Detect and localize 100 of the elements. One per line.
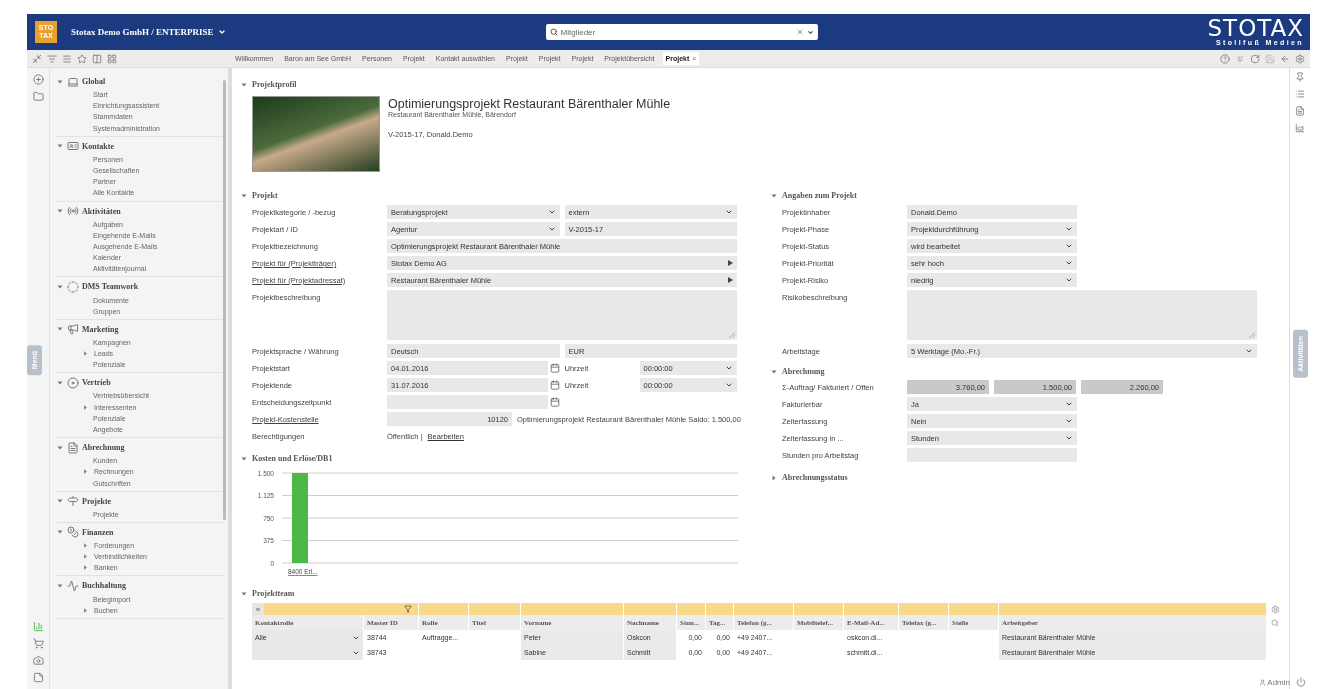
filter-field[interactable] bbox=[844, 603, 899, 615]
signpost-icon bbox=[67, 495, 79, 508]
sidebar-group[interactable]: Abrechnung bbox=[82, 443, 125, 453]
document-icon[interactable] bbox=[1295, 106, 1305, 116]
expand-caret-icon[interactable] bbox=[82, 468, 89, 476]
filter-field[interactable] bbox=[419, 603, 469, 615]
expand-caret-icon[interactable] bbox=[82, 606, 89, 614]
section-title: Projektteam bbox=[252, 589, 295, 598]
filter-icon[interactable] bbox=[47, 53, 57, 64]
filter-field[interactable] bbox=[677, 603, 706, 615]
star-icon[interactable] bbox=[77, 53, 87, 64]
filter-icon[interactable] bbox=[404, 605, 412, 613]
dropdown-icon bbox=[1065, 242, 1073, 250]
list-icon[interactable] bbox=[1295, 89, 1305, 99]
columns-icon[interactable] bbox=[92, 53, 102, 64]
sidebar-group[interactable]: Finanzen bbox=[82, 527, 114, 537]
resize-grip-icon bbox=[1249, 332, 1255, 338]
filter-field[interactable] bbox=[899, 603, 949, 615]
add-icon[interactable] bbox=[32, 74, 44, 85]
radio-icon bbox=[67, 205, 79, 217]
dropdown-icon bbox=[725, 208, 733, 216]
help-icon[interactable] bbox=[1220, 53, 1230, 64]
id-card-icon bbox=[67, 140, 79, 153]
cart-icon[interactable] bbox=[32, 638, 44, 649]
user-icon bbox=[1259, 678, 1267, 686]
sidebar-group[interactable]: Aktivitäten bbox=[82, 206, 121, 216]
calendar-icon[interactable] bbox=[549, 363, 560, 373]
search-field[interactable]: Mitglieder bbox=[545, 24, 818, 40]
filter-field[interactable] bbox=[999, 603, 1267, 615]
filter-field[interactable] bbox=[734, 603, 794, 615]
refresh-icon[interactable] bbox=[1250, 53, 1260, 64]
section-title: Angaben zum Projekt bbox=[782, 191, 857, 200]
area-chart-icon[interactable] bbox=[1295, 123, 1305, 133]
section-title: Projektprofil bbox=[252, 80, 297, 89]
search-input[interactable]: Mitglieder bbox=[560, 27, 793, 37]
settings-icon[interactable] bbox=[1295, 53, 1305, 64]
section-title: Abrechnung bbox=[782, 367, 825, 376]
megaphone-icon bbox=[67, 323, 79, 336]
bar-chart-icon[interactable] bbox=[32, 621, 44, 632]
search-icon[interactable] bbox=[1271, 618, 1279, 627]
filter-field[interactable] bbox=[469, 603, 521, 615]
sidebar-group[interactable]: Buchhaltung bbox=[82, 581, 127, 591]
power-icon[interactable] bbox=[1296, 677, 1306, 687]
back-arrow-icon[interactable] bbox=[1280, 53, 1290, 64]
grid-icon[interactable] bbox=[107, 53, 117, 64]
dropdown-icon bbox=[1065, 225, 1073, 233]
company-menu[interactable]: Stotax Demo GmbH / ENTERPRISE bbox=[71, 27, 226, 37]
dropdown-icon bbox=[725, 364, 733, 372]
filter-toggle[interactable]: » bbox=[252, 603, 264, 615]
dropdown-icon bbox=[1065, 434, 1073, 442]
project-title: Optimierungsprojekt Restaurant Bärenthaler Mühle bbox=[388, 97, 671, 111]
pulse-icon bbox=[67, 579, 79, 592]
sidebar-group[interactable]: Vertrieb bbox=[82, 378, 111, 388]
dropdown-icon bbox=[1065, 417, 1073, 425]
sidebar-group[interactable]: Marketing bbox=[82, 324, 119, 334]
caret-icon[interactable] bbox=[806, 28, 814, 36]
dropdown-icon bbox=[1065, 259, 1073, 267]
section-title: Abrechnungsstatus bbox=[782, 473, 848, 482]
user-label[interactable]: Admin bbox=[1259, 677, 1290, 687]
filter-field[interactable] bbox=[264, 603, 419, 615]
search-icon bbox=[549, 28, 558, 36]
calendar-icon[interactable] bbox=[549, 397, 560, 407]
collapse-caret-icon[interactable] bbox=[56, 207, 64, 215]
calendar-icon[interactable] bbox=[549, 380, 560, 390]
dropdown-icon bbox=[1065, 400, 1073, 408]
caret-icon bbox=[217, 28, 226, 36]
clear-icon[interactable] bbox=[795, 28, 804, 36]
arrow-icon bbox=[728, 260, 733, 266]
section-title: Kosten und Erlöse/DB1 bbox=[252, 454, 333, 463]
filter-field[interactable] bbox=[949, 603, 999, 615]
filter-field[interactable] bbox=[624, 603, 677, 615]
laptop-icon bbox=[67, 75, 79, 88]
list-icon[interactable] bbox=[62, 53, 72, 64]
dropdown-icon bbox=[1245, 347, 1253, 355]
settings-icon[interactable] bbox=[1271, 604, 1280, 614]
disc-icon bbox=[67, 376, 79, 389]
pin-icon[interactable] bbox=[1295, 72, 1305, 82]
brand-logo: STOTAX bbox=[1207, 17, 1304, 39]
scrollbar[interactable] bbox=[223, 80, 226, 520]
expand-caret-icon[interactable] bbox=[770, 473, 778, 482]
sidebar-group[interactable]: Projekte bbox=[82, 496, 112, 506]
filter-field[interactable] bbox=[794, 603, 844, 615]
save-icon[interactable] bbox=[1265, 53, 1275, 64]
arrow-icon bbox=[728, 277, 733, 283]
section-title: Projekt bbox=[252, 191, 278, 200]
expand-caret-icon[interactable] bbox=[82, 403, 89, 411]
resize-grip-icon bbox=[729, 332, 735, 338]
expand-caret-icon[interactable] bbox=[82, 350, 89, 358]
camera-icon[interactable] bbox=[32, 655, 44, 666]
collapse-icon[interactable] bbox=[32, 53, 42, 64]
sidebar-group[interactable]: DMS Teamwork bbox=[82, 282, 139, 292]
sidebar-group[interactable]: Global bbox=[82, 77, 106, 86]
dashed-circle-icon bbox=[67, 280, 79, 293]
double-chevron-icon[interactable] bbox=[1235, 53, 1245, 64]
filter-field[interactable] bbox=[706, 603, 734, 615]
filter-field[interactable] bbox=[521, 603, 624, 615]
coins-icon bbox=[67, 526, 79, 539]
note-icon[interactable] bbox=[32, 672, 44, 683]
sidebar-group[interactable]: Kontakte bbox=[82, 141, 114, 151]
folder-icon[interactable] bbox=[32, 91, 44, 102]
